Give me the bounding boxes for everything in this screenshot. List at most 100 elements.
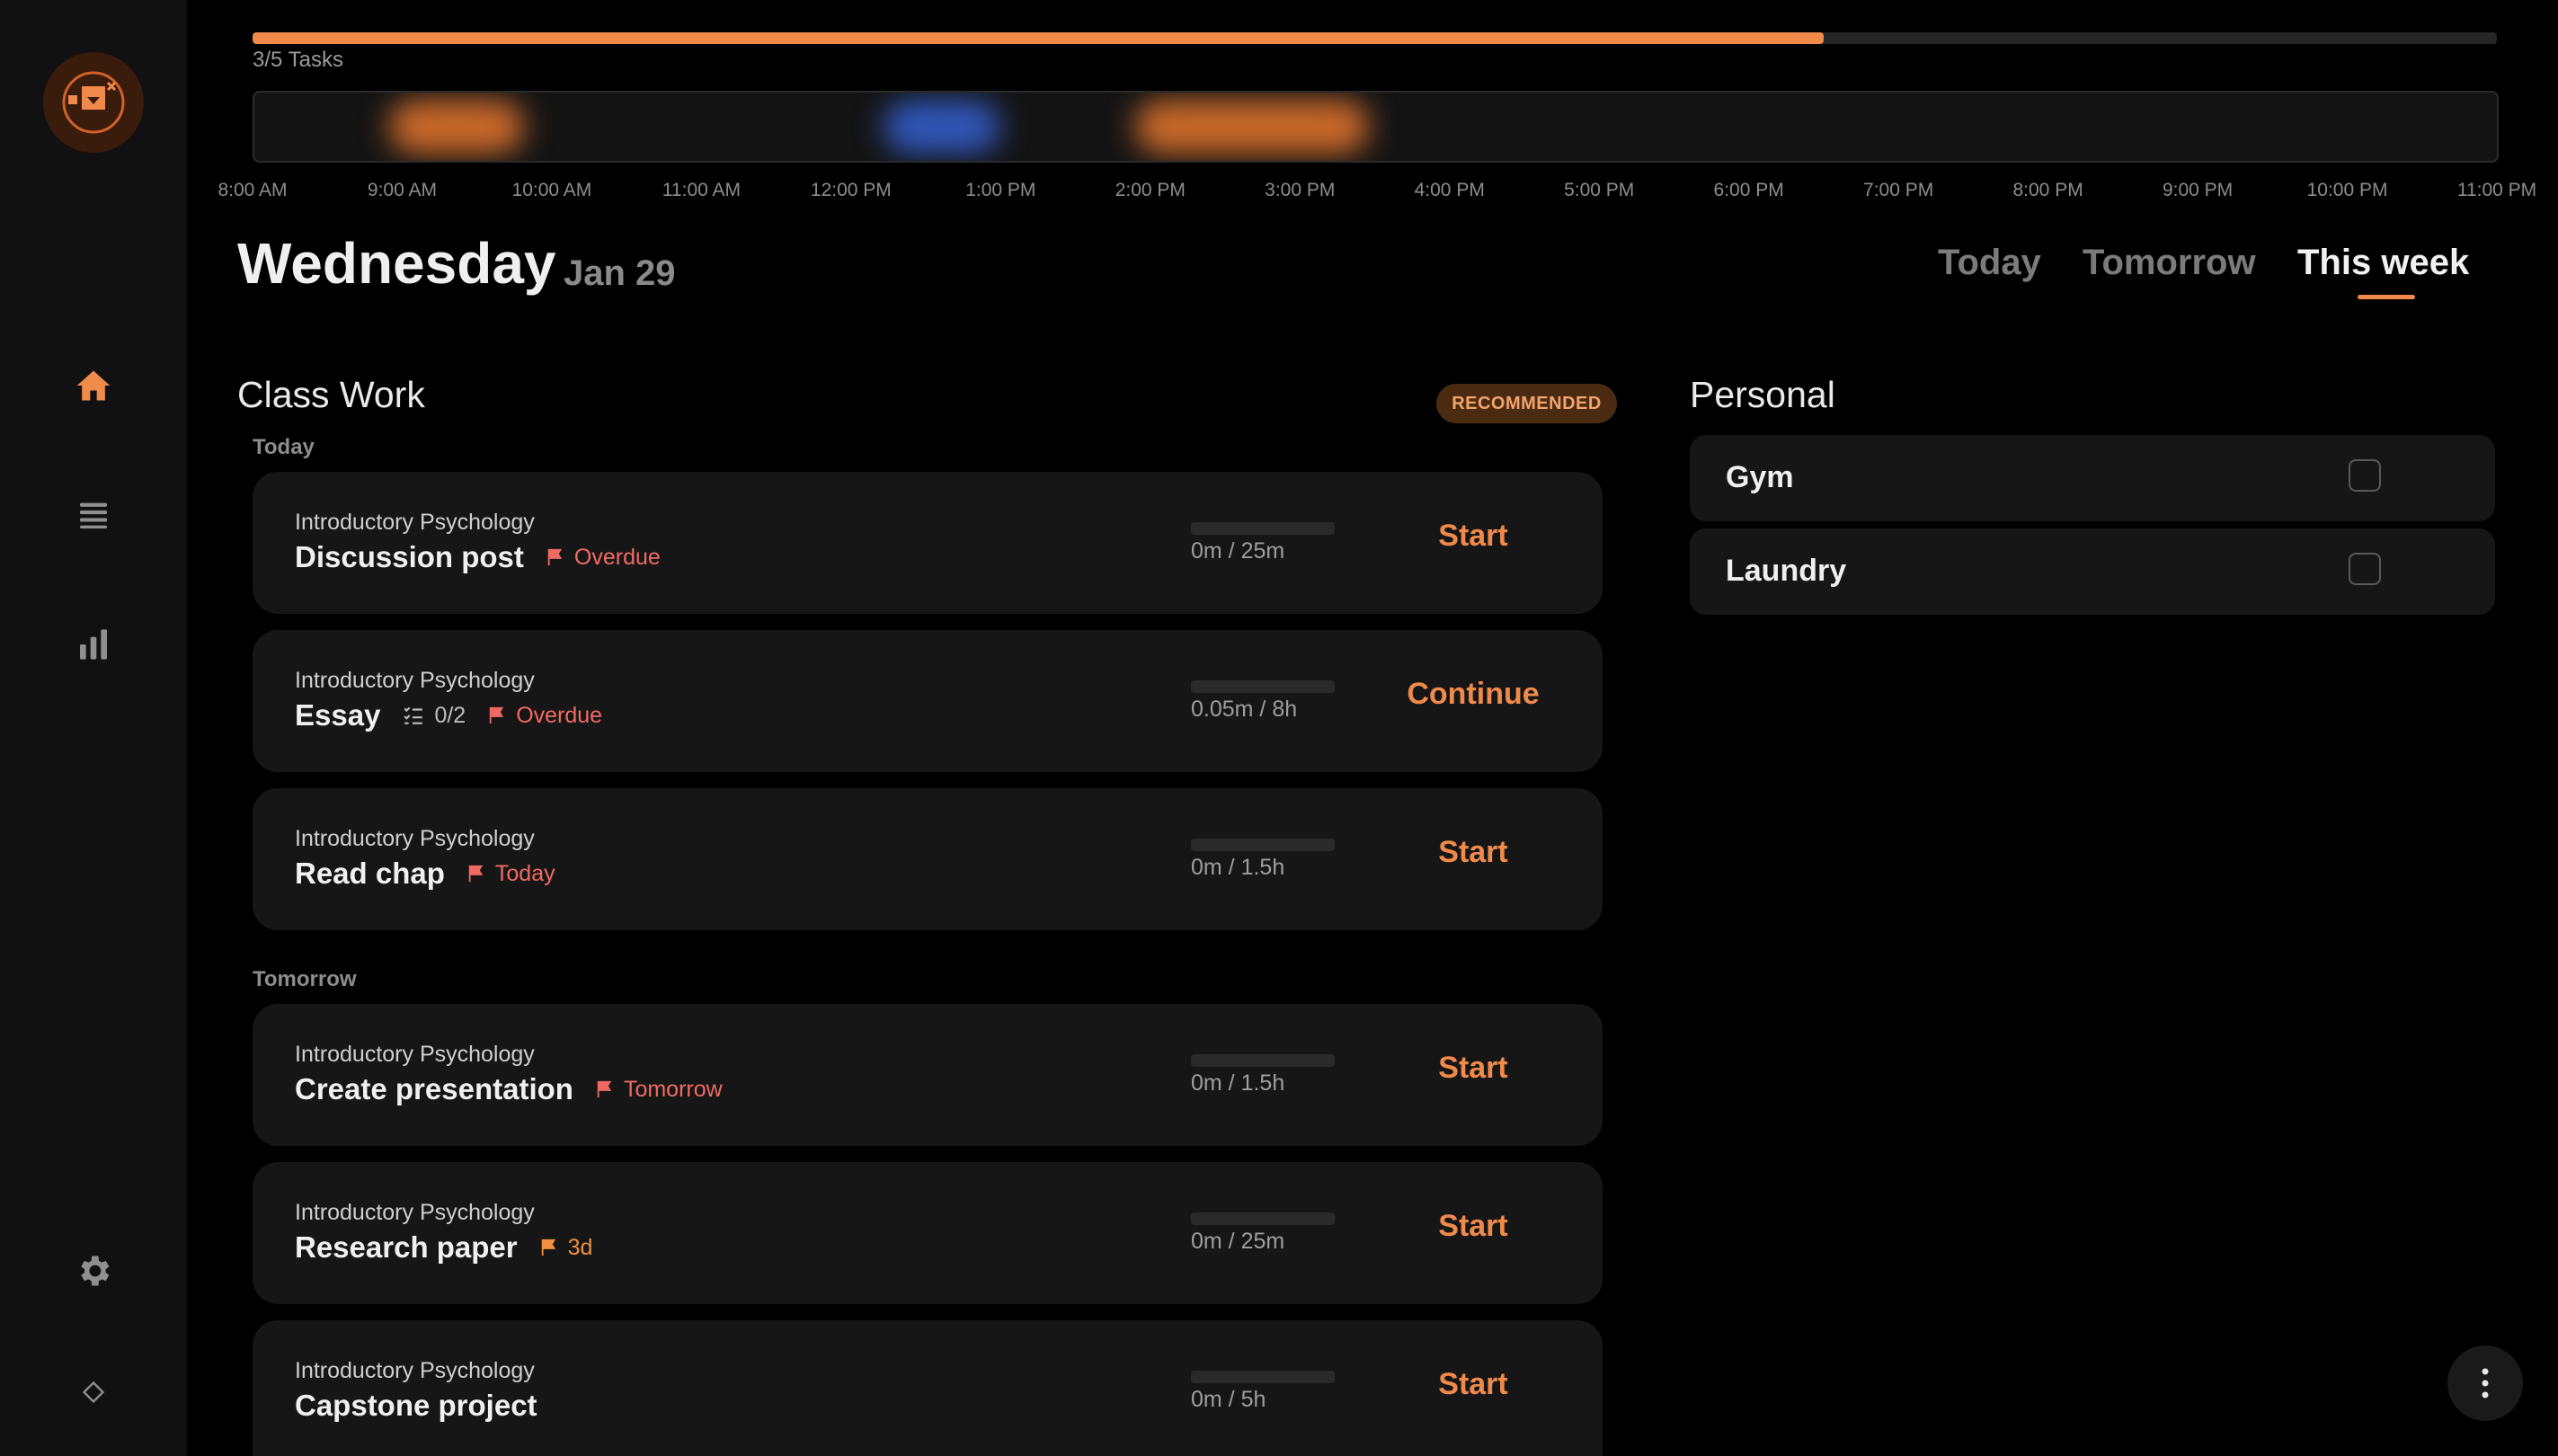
flag-icon bbox=[541, 1238, 555, 1256]
timeline-hour-label: 12:00 PM bbox=[810, 180, 892, 200]
task-title: Research paper bbox=[295, 1230, 518, 1264]
personal-item-label: Gym bbox=[1726, 460, 1794, 494]
timeline-hour-label: 10:00 AM bbox=[511, 180, 592, 200]
task-time: 0m / 25m bbox=[1191, 1229, 1285, 1254]
task-title: Create presentation bbox=[295, 1072, 573, 1105]
task-card[interactable]: Introductory Psychology Research paper 3… bbox=[253, 1162, 1603, 1304]
section-title-classwork: Class Work bbox=[237, 374, 425, 415]
start-button[interactable]: Start bbox=[1394, 1367, 1552, 1402]
tab-this-week[interactable]: This week bbox=[2297, 243, 2469, 283]
timeline-block bbox=[389, 100, 524, 154]
timeline-hours: 8:00 AM 9:00 AM 10:00 AM 11:00 AM 12:00 PM 1:… bbox=[0, 180, 2558, 207]
home-icon[interactable] bbox=[72, 364, 115, 407]
recommended-badge: RECOMMENDED bbox=[1436, 384, 1617, 423]
logo-icon[interactable] bbox=[43, 52, 144, 153]
task-card[interactable]: Introductory Psychology Create presentat… bbox=[253, 1004, 1603, 1146]
sidebar bbox=[0, 0, 187, 1456]
timeline-block bbox=[884, 100, 1000, 154]
gear-icon[interactable] bbox=[72, 1249, 115, 1292]
subtask-label: 0/2 bbox=[434, 702, 466, 728]
continue-button[interactable]: Continue bbox=[1394, 677, 1552, 712]
task-time: 0m / 1.5h bbox=[1191, 855, 1285, 880]
task-title: Discussion post bbox=[295, 540, 524, 573]
task-time: 0.05m / 8h bbox=[1191, 697, 1298, 722]
list-icon[interactable] bbox=[72, 493, 115, 537]
task-time: 0m / 1.5h bbox=[1191, 1070, 1285, 1096]
due-label: Overdue bbox=[573, 544, 661, 570]
task-course: Introductory Psychology bbox=[295, 1358, 535, 1383]
tab-tomorrow[interactable]: Tomorrow bbox=[2083, 243, 2256, 283]
diamond-icon[interactable] bbox=[72, 1371, 115, 1414]
timeline-hour-label: 4:00 PM bbox=[1414, 180, 1485, 200]
personal-item[interactable]: Gym bbox=[1690, 435, 2495, 521]
personal-item-checkbox[interactable] bbox=[2349, 459, 2381, 492]
page-title: Wednesday bbox=[237, 231, 556, 296]
flag-icon bbox=[489, 706, 504, 724]
task-card[interactable]: Introductory Psychology Read chap Today … bbox=[253, 788, 1603, 930]
task-time-bar bbox=[1191, 1371, 1335, 1383]
flag-icon bbox=[547, 548, 563, 566]
timeline-hour-label: 11:00 PM bbox=[2456, 180, 2537, 200]
timeline-hour-label: 1:00 PM bbox=[965, 180, 1036, 200]
timeline-hour-label: 9:00 AM bbox=[367, 180, 437, 200]
task-progress-fill bbox=[253, 32, 1824, 44]
task-progress-label: 3/5 Tasks bbox=[253, 48, 343, 72]
flag-icon bbox=[597, 1080, 612, 1098]
start-button[interactable]: Start bbox=[1394, 519, 1552, 554]
task-title: Capstone project bbox=[295, 1389, 537, 1422]
due-label: Today bbox=[494, 860, 555, 886]
task-course: Introductory Psychology bbox=[295, 668, 535, 693]
timeline-hour-label: 6:00 PM bbox=[1713, 180, 1784, 200]
timeline-hour-label: 7:00 PM bbox=[1863, 180, 1934, 200]
due-flag: Today bbox=[466, 861, 555, 887]
due-flag: Tomorrow bbox=[595, 1077, 723, 1103]
task-time: 0m / 5h bbox=[1191, 1387, 1266, 1412]
task-progress-bar bbox=[253, 32, 2497, 44]
timeline-hour-label: 8:00 AM bbox=[218, 180, 288, 200]
task-card[interactable]: Introductory Psychology Discussion post … bbox=[253, 472, 1603, 614]
timeline-hour-label: 11:00 AM bbox=[662, 180, 741, 200]
task-time-bar bbox=[1191, 680, 1335, 693]
personal-item[interactable]: Laundry bbox=[1690, 528, 2495, 615]
task-time-bar bbox=[1191, 522, 1335, 535]
task-title: Read chap bbox=[295, 857, 445, 890]
timeline-hour-label: 8:00 PM bbox=[2012, 180, 2083, 200]
timeline-hour-label: 5:00 PM bbox=[1564, 180, 1635, 200]
flag-icon bbox=[468, 865, 484, 883]
more-vertical-icon bbox=[2482, 1368, 2489, 1398]
due-label: Overdue bbox=[516, 702, 603, 728]
due-label: Tomorrow bbox=[623, 1076, 723, 1102]
personal-item-checkbox[interactable] bbox=[2349, 553, 2381, 585]
bar-chart-icon[interactable] bbox=[72, 623, 115, 666]
task-time: 0m / 25m bbox=[1191, 538, 1285, 564]
due-flag: Overdue bbox=[546, 545, 661, 571]
task-time-bar bbox=[1191, 839, 1335, 851]
section-title-personal: Personal bbox=[1690, 374, 1835, 415]
task-time-bar bbox=[1191, 1212, 1335, 1225]
due-label: 3d bbox=[567, 1234, 593, 1260]
timeline-hour-label: 2:00 PM bbox=[1115, 180, 1186, 200]
subtask-count: 0/2 bbox=[402, 703, 466, 729]
start-button[interactable]: Start bbox=[1394, 1209, 1552, 1244]
timeline-hour-label: 9:00 PM bbox=[2162, 180, 2234, 200]
tab-today[interactable]: Today bbox=[1938, 243, 2041, 283]
timeline-block bbox=[1135, 100, 1369, 154]
page-date: Jan 29 bbox=[564, 253, 676, 293]
active-tab-indicator bbox=[2358, 295, 2415, 299]
due-flag: Overdue bbox=[487, 703, 602, 729]
task-time-bar bbox=[1191, 1054, 1335, 1067]
group-label-tomorrow: Tomorrow bbox=[253, 967, 357, 991]
timeline-hour-label: 10:00 PM bbox=[2306, 180, 2388, 200]
task-card[interactable]: Introductory Psychology Capstone project… bbox=[253, 1320, 1603, 1456]
checklist-icon bbox=[404, 706, 423, 724]
more-options-button[interactable] bbox=[2447, 1345, 2523, 1421]
start-button[interactable]: Start bbox=[1394, 835, 1552, 870]
task-course: Introductory Psychology bbox=[295, 826, 535, 851]
task-course: Introductory Psychology bbox=[295, 1042, 535, 1067]
task-course: Introductory Psychology bbox=[295, 1200, 535, 1225]
timeline-hour-label: 3:00 PM bbox=[1265, 180, 1336, 200]
group-label-today: Today bbox=[253, 435, 315, 459]
task-course: Introductory Psychology bbox=[295, 510, 535, 535]
task-card[interactable]: Introductory Psychology Essay 0/2 Overdu… bbox=[253, 630, 1603, 772]
start-button[interactable]: Start bbox=[1394, 1051, 1552, 1086]
